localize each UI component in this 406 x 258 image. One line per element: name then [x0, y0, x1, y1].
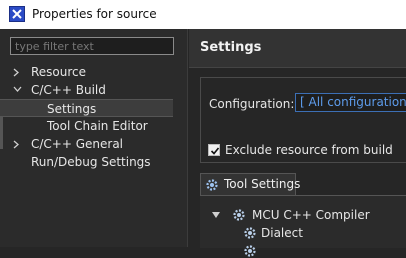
tool-settings-tree: MCU C++ Compiler Dialect — [200, 195, 406, 257]
properties-tree: Resource C/C++ Build Settings Tool Chain Ed… — [0, 63, 187, 171]
configuration-select[interactable]: [ All configurations ] — [295, 93, 406, 112]
configuration-panel: Configuration: [ All configurations ] Ex… — [200, 77, 406, 163]
tree-item-settings[interactable]: Settings — [0, 99, 173, 117]
window-title: Properties for source — [32, 7, 157, 21]
tree-item-label: Run/Debug Settings — [31, 155, 151, 169]
tree-item-c-c-general[interactable]: C/C++ General — [0, 135, 187, 153]
chevron-right-icon[interactable] — [13, 135, 23, 153]
title-bar: Properties for source — [0, 0, 406, 29]
configuration-label: Configuration: — [209, 97, 295, 111]
tree-item-label: Settings — [47, 102, 97, 116]
settings-pane: Settings Configuration: [ All configurat… — [189, 29, 406, 257]
dialect-label: Dialect — [261, 226, 303, 240]
tree-item-label: C/C++ Build — [31, 83, 106, 97]
left-nav-pane: Resource C/C++ Build Settings Tool Chain Ed… — [0, 29, 188, 247]
tree-item-resource[interactable]: Resource — [0, 63, 187, 81]
checkmark-icon — [210, 147, 220, 155]
tab-tool-settings[interactable]: Tool Settings — [200, 173, 300, 195]
tree-item-label: Resource — [31, 65, 87, 79]
gear-icon — [244, 227, 256, 239]
app-icon — [9, 6, 25, 22]
gear-icon — [206, 179, 218, 191]
filter-input[interactable] — [10, 37, 174, 55]
tree-item-run-debug-settings[interactable]: Run/Debug Settings — [0, 153, 187, 171]
tree-item-c-c-build[interactable]: C/C++ Build — [0, 81, 187, 99]
gear-icon — [244, 245, 256, 257]
tree-item-label: Tool Chain Editor — [47, 119, 148, 133]
tree-item-tool-chain-editor[interactable]: Tool Chain Editor — [0, 117, 187, 135]
tree-item-label: C/C++ General — [31, 137, 124, 151]
expanded-triangle-icon — [212, 212, 220, 218]
exclude-label: Exclude resource from build — [225, 143, 393, 157]
page-title: Settings — [200, 40, 262, 55]
exclude-checkbox[interactable] — [208, 144, 220, 156]
compiler-label: MCU C++ Compiler — [252, 208, 370, 222]
chevron-down-icon[interactable] — [13, 81, 23, 99]
settings-header: Settings — [189, 29, 406, 68]
gear-icon — [233, 209, 245, 221]
chevron-right-icon[interactable] — [13, 63, 23, 81]
tab-tool-settings-label: Tool Settings — [224, 177, 301, 191]
